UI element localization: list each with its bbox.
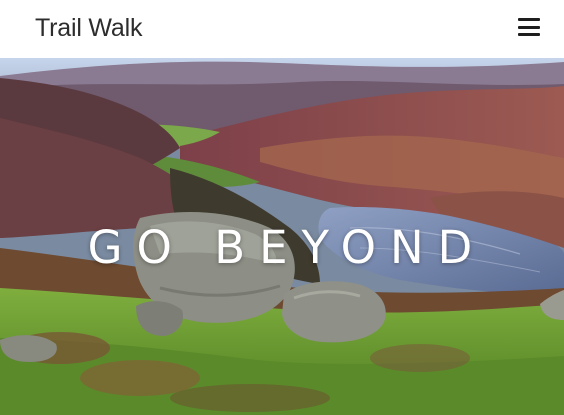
hamburger-menu-icon[interactable] xyxy=(518,17,540,37)
hero-banner: GO BEYOND xyxy=(0,58,564,415)
hero-heading: GO BEYOND xyxy=(87,221,487,274)
brand-logo-text[interactable]: Trail Walk xyxy=(35,14,142,43)
menu-bar-bottom xyxy=(518,33,540,36)
navbar: Trail Walk xyxy=(0,0,564,58)
menu-bar-middle xyxy=(518,25,540,29)
menu-bar-top xyxy=(518,18,540,21)
